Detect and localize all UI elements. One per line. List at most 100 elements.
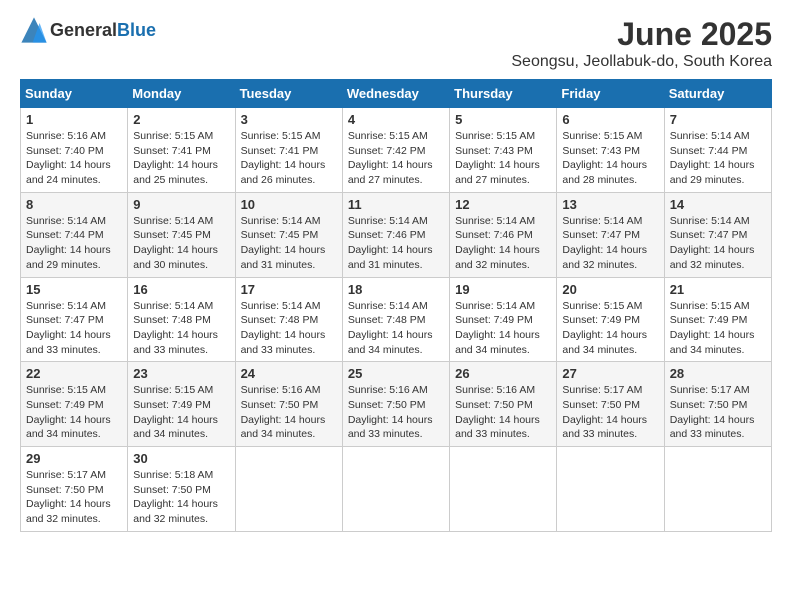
calendar-week-row: 22 Sunrise: 5:15 AMSunset: 7:49 PMDaylig… <box>21 362 772 447</box>
calendar-cell: 2 Sunrise: 5:15 AMSunset: 7:41 PMDayligh… <box>128 108 235 193</box>
weekday-header-row: Sunday Monday Tuesday Wednesday Thursday… <box>21 80 772 108</box>
title-area: June 2025 Seongsu, Jeollabuk-do, South K… <box>511 16 772 71</box>
day-number: 29 <box>26 451 122 466</box>
cell-details: Sunrise: 5:16 AMSunset: 7:50 PMDaylight:… <box>241 384 326 440</box>
logo: GeneralBlue <box>20 16 156 44</box>
day-number: 27 <box>562 366 658 381</box>
calendar-cell: 18 Sunrise: 5:14 AMSunset: 7:48 PMDaylig… <box>342 277 449 362</box>
generalblue-icon <box>20 16 48 44</box>
day-number: 26 <box>455 366 551 381</box>
day-number: 17 <box>241 282 337 297</box>
cell-details: Sunrise: 5:15 AMSunset: 7:49 PMDaylight:… <box>562 300 647 356</box>
cell-details: Sunrise: 5:16 AMSunset: 7:50 PMDaylight:… <box>348 384 433 440</box>
calendar-cell: 27 Sunrise: 5:17 AMSunset: 7:50 PMDaylig… <box>557 362 664 447</box>
cell-details: Sunrise: 5:14 AMSunset: 7:48 PMDaylight:… <box>241 300 326 356</box>
logo-blue-text: Blue <box>117 20 156 41</box>
cell-details: Sunrise: 5:14 AMSunset: 7:47 PMDaylight:… <box>562 215 647 271</box>
day-number: 22 <box>26 366 122 381</box>
month-title: June 2025 <box>511 16 772 53</box>
calendar-cell: 22 Sunrise: 5:15 AMSunset: 7:49 PMDaylig… <box>21 362 128 447</box>
calendar-cell: 10 Sunrise: 5:14 AMSunset: 7:45 PMDaylig… <box>235 192 342 277</box>
cell-details: Sunrise: 5:18 AMSunset: 7:50 PMDaylight:… <box>133 469 218 525</box>
calendar-cell: 17 Sunrise: 5:14 AMSunset: 7:48 PMDaylig… <box>235 277 342 362</box>
calendar-cell <box>664 447 771 532</box>
day-number: 19 <box>455 282 551 297</box>
day-number: 1 <box>26 112 122 127</box>
day-number: 25 <box>348 366 444 381</box>
calendar-week-row: 29 Sunrise: 5:17 AMSunset: 7:50 PMDaylig… <box>21 447 772 532</box>
calendar-cell: 28 Sunrise: 5:17 AMSunset: 7:50 PMDaylig… <box>664 362 771 447</box>
cell-details: Sunrise: 5:14 AMSunset: 7:46 PMDaylight:… <box>348 215 433 271</box>
cell-details: Sunrise: 5:15 AMSunset: 7:49 PMDaylight:… <box>670 300 755 356</box>
calendar-cell: 24 Sunrise: 5:16 AMSunset: 7:50 PMDaylig… <box>235 362 342 447</box>
header: GeneralBlue June 2025 Seongsu, Jeollabuk… <box>20 16 772 71</box>
cell-details: Sunrise: 5:15 AMSunset: 7:41 PMDaylight:… <box>133 130 218 186</box>
day-number: 12 <box>455 197 551 212</box>
calendar-cell <box>450 447 557 532</box>
cell-details: Sunrise: 5:14 AMSunset: 7:45 PMDaylight:… <box>241 215 326 271</box>
calendar-cell: 15 Sunrise: 5:14 AMSunset: 7:47 PMDaylig… <box>21 277 128 362</box>
calendar-cell: 1 Sunrise: 5:16 AMSunset: 7:40 PMDayligh… <box>21 108 128 193</box>
logo-inner: GeneralBlue <box>20 16 156 44</box>
calendar-week-row: 8 Sunrise: 5:14 AMSunset: 7:44 PMDayligh… <box>21 192 772 277</box>
calendar-cell: 30 Sunrise: 5:18 AMSunset: 7:50 PMDaylig… <box>128 447 235 532</box>
cell-details: Sunrise: 5:16 AMSunset: 7:50 PMDaylight:… <box>455 384 540 440</box>
calendar-cell: 8 Sunrise: 5:14 AMSunset: 7:44 PMDayligh… <box>21 192 128 277</box>
calendar-cell: 21 Sunrise: 5:15 AMSunset: 7:49 PMDaylig… <box>664 277 771 362</box>
cell-details: Sunrise: 5:15 AMSunset: 7:42 PMDaylight:… <box>348 130 433 186</box>
calendar-cell: 7 Sunrise: 5:14 AMSunset: 7:44 PMDayligh… <box>664 108 771 193</box>
day-number: 3 <box>241 112 337 127</box>
header-monday: Monday <box>128 80 235 108</box>
cell-details: Sunrise: 5:14 AMSunset: 7:47 PMDaylight:… <box>670 215 755 271</box>
cell-details: Sunrise: 5:17 AMSunset: 7:50 PMDaylight:… <box>670 384 755 440</box>
location-title: Seongsu, Jeollabuk-do, South Korea <box>511 53 772 71</box>
header-friday: Friday <box>557 80 664 108</box>
day-number: 30 <box>133 451 229 466</box>
calendar-cell: 6 Sunrise: 5:15 AMSunset: 7:43 PMDayligh… <box>557 108 664 193</box>
day-number: 13 <box>562 197 658 212</box>
calendar-cell: 26 Sunrise: 5:16 AMSunset: 7:50 PMDaylig… <box>450 362 557 447</box>
calendar-cell <box>342 447 449 532</box>
cell-details: Sunrise: 5:15 AMSunset: 7:49 PMDaylight:… <box>133 384 218 440</box>
calendar-cell: 4 Sunrise: 5:15 AMSunset: 7:42 PMDayligh… <box>342 108 449 193</box>
day-number: 11 <box>348 197 444 212</box>
day-number: 16 <box>133 282 229 297</box>
logo-general-text: General <box>50 20 117 41</box>
day-number: 18 <box>348 282 444 297</box>
day-number: 23 <box>133 366 229 381</box>
cell-details: Sunrise: 5:16 AMSunset: 7:40 PMDaylight:… <box>26 130 111 186</box>
day-number: 10 <box>241 197 337 212</box>
day-number: 7 <box>670 112 766 127</box>
header-saturday: Saturday <box>664 80 771 108</box>
calendar-cell: 14 Sunrise: 5:14 AMSunset: 7:47 PMDaylig… <box>664 192 771 277</box>
day-number: 28 <box>670 366 766 381</box>
day-number: 8 <box>26 197 122 212</box>
cell-details: Sunrise: 5:15 AMSunset: 7:49 PMDaylight:… <box>26 384 111 440</box>
day-number: 15 <box>26 282 122 297</box>
day-number: 9 <box>133 197 229 212</box>
header-thursday: Thursday <box>450 80 557 108</box>
calendar-cell: 13 Sunrise: 5:14 AMSunset: 7:47 PMDaylig… <box>557 192 664 277</box>
cell-details: Sunrise: 5:14 AMSunset: 7:48 PMDaylight:… <box>133 300 218 356</box>
cell-details: Sunrise: 5:14 AMSunset: 7:46 PMDaylight:… <box>455 215 540 271</box>
calendar-cell <box>235 447 342 532</box>
cell-details: Sunrise: 5:17 AMSunset: 7:50 PMDaylight:… <box>562 384 647 440</box>
calendar-cell: 16 Sunrise: 5:14 AMSunset: 7:48 PMDaylig… <box>128 277 235 362</box>
calendar-cell: 11 Sunrise: 5:14 AMSunset: 7:46 PMDaylig… <box>342 192 449 277</box>
cell-details: Sunrise: 5:14 AMSunset: 7:47 PMDaylight:… <box>26 300 111 356</box>
cell-details: Sunrise: 5:14 AMSunset: 7:49 PMDaylight:… <box>455 300 540 356</box>
calendar-week-row: 15 Sunrise: 5:14 AMSunset: 7:47 PMDaylig… <box>21 277 772 362</box>
calendar-cell: 9 Sunrise: 5:14 AMSunset: 7:45 PMDayligh… <box>128 192 235 277</box>
cell-details: Sunrise: 5:14 AMSunset: 7:48 PMDaylight:… <box>348 300 433 356</box>
cell-details: Sunrise: 5:14 AMSunset: 7:44 PMDaylight:… <box>26 215 111 271</box>
calendar-body: 1 Sunrise: 5:16 AMSunset: 7:40 PMDayligh… <box>21 108 772 532</box>
calendar-cell: 19 Sunrise: 5:14 AMSunset: 7:49 PMDaylig… <box>450 277 557 362</box>
header-sunday: Sunday <box>21 80 128 108</box>
cell-details: Sunrise: 5:15 AMSunset: 7:43 PMDaylight:… <box>455 130 540 186</box>
cell-details: Sunrise: 5:15 AMSunset: 7:41 PMDaylight:… <box>241 130 326 186</box>
calendar-cell: 3 Sunrise: 5:15 AMSunset: 7:41 PMDayligh… <box>235 108 342 193</box>
calendar-cell: 25 Sunrise: 5:16 AMSunset: 7:50 PMDaylig… <box>342 362 449 447</box>
cell-details: Sunrise: 5:17 AMSunset: 7:50 PMDaylight:… <box>26 469 111 525</box>
cell-details: Sunrise: 5:14 AMSunset: 7:44 PMDaylight:… <box>670 130 755 186</box>
header-tuesday: Tuesday <box>235 80 342 108</box>
